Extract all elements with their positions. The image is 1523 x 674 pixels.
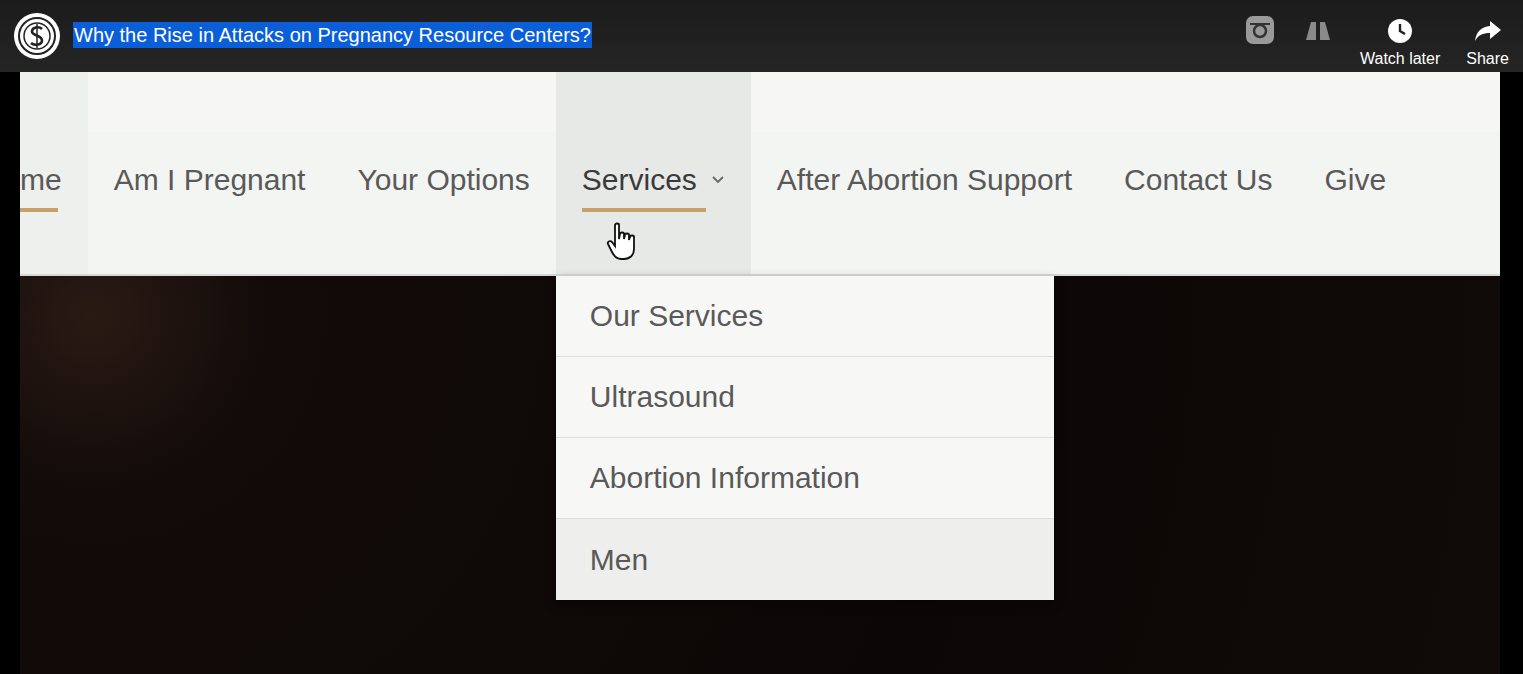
dropdown-item[interactable]: Ultrasound bbox=[556, 357, 1054, 438]
nav-item[interactable]: Your Options bbox=[331, 72, 555, 274]
channel-logo-icon[interactable] bbox=[13, 12, 61, 60]
dropdown-item[interactable]: Men bbox=[556, 519, 1054, 600]
hand-cursor-icon bbox=[606, 222, 640, 262]
dropdown-item[interactable]: Abortion Information bbox=[556, 438, 1054, 519]
nav-underline bbox=[357, 208, 481, 212]
nav-item[interactable]: me bbox=[20, 72, 88, 274]
nav-item[interactable]: ServicesOur ServicesUltrasoundAbortion I… bbox=[556, 72, 751, 274]
player-top-bar: Why the Rise in Attacks on Pregnancy Res… bbox=[0, 0, 1523, 72]
video-title[interactable]: Why the Rise in Attacks on Pregnancy Res… bbox=[73, 22, 592, 48]
video-embed: Why the Rise in Attacks on Pregnancy Res… bbox=[0, 0, 1523, 674]
nav-underline bbox=[1324, 208, 1448, 212]
nav-item[interactable]: Am I Pregnant bbox=[88, 72, 332, 274]
services-dropdown: Our ServicesUltrasoundAbortion Informati… bbox=[556, 276, 1054, 600]
nav-item[interactable]: Contact Us bbox=[1098, 72, 1298, 274]
clock-icon bbox=[1387, 18, 1413, 44]
site-nav: meAm I PregnantYour OptionsServicesOur S… bbox=[20, 72, 1500, 276]
nav-item[interactable]: Give bbox=[1298, 72, 1474, 274]
nav-underline bbox=[582, 208, 706, 212]
binoculars-icon bbox=[1302, 14, 1334, 46]
nav-underline bbox=[20, 208, 58, 212]
player-action-button[interactable]: Share bbox=[1466, 4, 1509, 68]
nav-underline bbox=[114, 208, 238, 212]
share-arrow-icon bbox=[1474, 18, 1502, 44]
nav-underline bbox=[777, 208, 901, 212]
chevron-down-icon bbox=[711, 175, 725, 185]
nav-underline bbox=[1124, 208, 1248, 212]
dropdown-item[interactable]: Our Services bbox=[556, 276, 1054, 357]
video-frame: meAm I PregnantYour OptionsServicesOur S… bbox=[20, 72, 1500, 674]
nav-item[interactable]: After Abortion Support bbox=[751, 72, 1098, 274]
instagram-icon bbox=[1244, 14, 1276, 46]
player-action-button[interactable]: Watch later bbox=[1360, 4, 1440, 68]
